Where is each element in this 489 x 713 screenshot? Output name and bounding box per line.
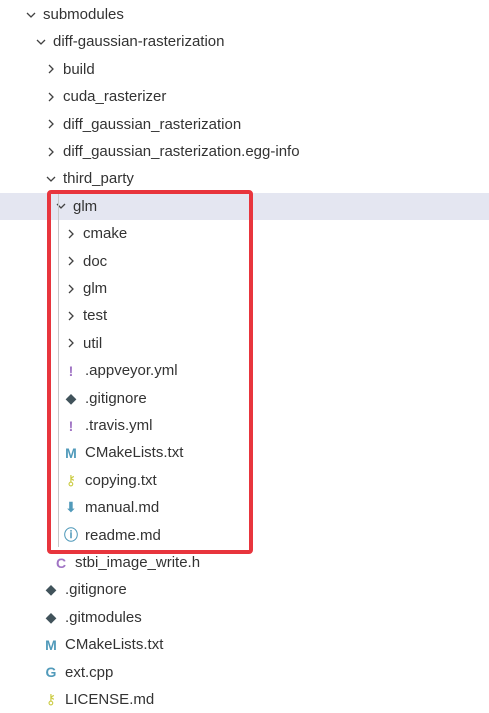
markdown-icon: M [45,636,57,653]
tree-item-label: submodules [43,6,124,23]
c-header-icon: C [55,554,67,571]
chevron-down-icon[interactable] [53,198,69,214]
tree-file-item[interactable]: ⓘ readme.md [0,522,489,549]
tree-file-item[interactable]: M CMakeLists.txt [0,631,489,658]
cpp-icon: G [45,664,57,681]
tree-item-label: glm [73,197,98,215]
tree-item-label: build [63,60,95,78]
git-icon: ◆ [65,389,77,406]
tree-item-label: CMakeLists.txt [65,636,164,654]
tree-item-label: diff_gaussian_rasterization.egg-info [63,143,300,160]
chevron-right-icon[interactable] [43,61,59,77]
tree-file-item[interactable]: ⚷ copying.txt [0,467,489,494]
tree-file-item[interactable]: Gext.cpp [0,659,489,686]
chevron-right-icon[interactable] [63,253,79,269]
tree-file-item[interactable]: Cstbi_image_write.h [0,549,489,576]
chevron-right-icon[interactable] [43,116,59,132]
tree-item-label: glm [83,280,108,297]
tree-file-item[interactable]: ◆ .gitmodules [0,604,489,631]
tree-folder-item[interactable]: cmake [0,220,489,247]
tree-folder-item[interactable]: third_party [0,165,489,192]
tree-folder-item[interactable]: cuda_rasterizer [0,83,489,110]
tree-item-label: LICENSE.md [65,691,155,708]
tree-item-label: test [83,307,108,325]
license-key-icon: ⚷ [45,691,57,707]
tree-item-label: diff_gaussian_rasterization [63,115,242,133]
tree-item-label: stbi_image_write.h [75,554,201,571]
tree-item-label: .gitmodules [65,608,142,626]
tree-file-item[interactable]: M CMakeLists.txt [0,439,489,466]
tree-file-item[interactable]: ! .appveyor.yml [0,357,489,384]
tree-folder-item[interactable]: glm [0,275,489,302]
tree-item-label: CMakeLists.txt [85,444,184,462]
git-icon: ◆ [45,608,57,625]
tree-item-label: util [83,334,103,352]
tree-folder-item[interactable]: diff_gaussian_rasterization.egg-info [0,138,489,165]
info-icon: ⓘ [64,527,78,544]
tree-folder-item[interactable]: glm [0,192,489,220]
tree-item-label: manual.md [85,499,160,517]
chevron-right-icon[interactable] [43,144,59,160]
chevron-down-icon[interactable] [33,34,49,50]
chevron-down-icon[interactable] [23,7,39,23]
chevron-right-icon[interactable] [63,281,79,297]
indent-guide [58,192,59,547]
tree-file-item[interactable]: ⚷ LICENSE.md [0,686,489,713]
tree-item-label: .gitignore [65,581,127,599]
tree-item-label: cmake [83,225,128,243]
chevron-down-icon[interactable] [43,171,59,187]
tree-item-label: cuda_rasterizer [63,88,167,106]
tree-file-item[interactable]: ! .travis.yml [0,412,489,439]
tree-item-label: third_party [63,170,134,188]
tree-item-label: .travis.yml [85,417,153,434]
yaml-icon: ! [68,417,74,434]
download-arrow-icon: ⬇ [65,499,77,516]
yaml-icon: ! [68,362,74,379]
tree-file-item[interactable]: ◆ .gitignore [0,385,489,412]
tree-item-label: copying.txt [85,471,157,489]
chevron-right-icon[interactable] [43,89,59,105]
tree-item-label: readme.md [85,526,161,544]
tree-file-item[interactable]: ◆ .gitignore [0,576,489,603]
tree-item-label: diff-gaussian-rasterization [53,33,225,51]
tree-folder-item[interactable]: build [0,56,489,83]
chevron-right-icon[interactable] [63,226,79,242]
license-key-icon: ⚷ [65,471,77,488]
markdown-icon: M [65,444,77,461]
chevron-right-icon[interactable] [63,308,79,324]
tree-folder-item[interactable]: diff_gaussian_rasterization [0,111,489,138]
tree-item-label: doc [83,252,108,270]
git-icon: ◆ [45,581,57,598]
tree-folder-item[interactable]: diff-gaussian-rasterization [0,28,489,55]
tree-folder-item[interactable]: test [0,302,489,329]
tree-folder-item[interactable]: submodules [0,1,489,28]
tree-item-label: .appveyor.yml [85,362,178,380]
tree-folder-item[interactable]: doc [0,248,489,275]
tree-item-label: .gitignore [85,389,147,407]
chevron-right-icon[interactable] [63,335,79,351]
tree-item-label: ext.cpp [65,663,114,681]
tree-file-item[interactable]: ⬇ manual.md [0,494,489,521]
tree-folder-item[interactable]: util [0,330,489,357]
